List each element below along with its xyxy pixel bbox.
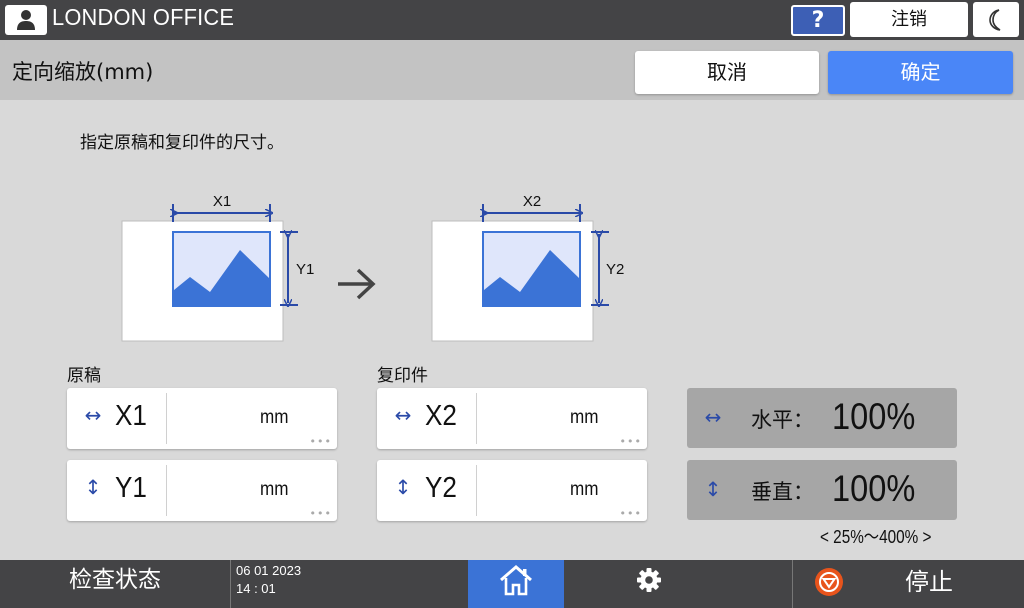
divider — [166, 393, 167, 444]
unit-label: mm — [570, 479, 599, 500]
stop-icon[interactable] — [814, 567, 844, 597]
ratio-value: 100% — [832, 468, 916, 509]
unit-label: mm — [260, 479, 289, 500]
more-icon: ••• — [309, 507, 332, 520]
y2-field[interactable]: ↕ Y2 mm ••• — [377, 460, 647, 521]
divider — [476, 393, 477, 444]
stop-button[interactable]: 停止 — [905, 562, 953, 597]
field-name: X2 — [425, 400, 457, 432]
time-text: 14 : 01 — [236, 581, 276, 596]
unit-label: mm — [570, 407, 599, 428]
ratio-label: 垂直： — [751, 480, 814, 504]
x1-label: X1 — [213, 193, 231, 210]
field-name: Y2 — [425, 472, 457, 504]
divider — [166, 465, 167, 516]
x2-field[interactable]: ↔ X2 mm ••• — [377, 388, 647, 449]
bottom-bar: 检查状态 06 01 2023 14 : 01 停止 — [0, 560, 1024, 608]
horizontal-arrow-icon: ↔ — [84, 403, 102, 427]
vertical-arrow-icon: ↕ — [394, 475, 412, 499]
horizontal-arrow-icon: ↔ — [394, 403, 412, 427]
divider — [476, 465, 477, 516]
vertical-arrow-icon: ↕ — [84, 475, 102, 499]
vertical-arrow-icon: ↕ — [704, 477, 722, 501]
date-text: 06 01 2023 — [236, 563, 302, 578]
field-name: Y1 — [115, 472, 147, 504]
vertical-ratio-display: ↕ 垂直： 100% — [687, 460, 957, 520]
home-button[interactable] — [468, 560, 564, 608]
ratio-label: 水平： — [751, 408, 814, 432]
original-section-label: 原稿 — [67, 366, 101, 386]
gear-icon — [637, 568, 661, 592]
y1-field[interactable]: ↕ Y1 mm ••• — [67, 460, 337, 521]
right-arrow-icon — [338, 268, 376, 300]
horizontal-ratio-display: ↔ 水平： 100% — [687, 388, 957, 448]
original-page-illustration: X1 Y1 — [121, 193, 314, 342]
settings-button[interactable] — [600, 560, 696, 608]
more-icon: ••• — [309, 435, 332, 448]
copy-page-illustration: X2 Y2 — [431, 193, 624, 342]
divider — [792, 560, 793, 608]
y1-label: Y1 — [296, 261, 314, 278]
datetime-display: 06 01 2023 14 : 01 — [236, 562, 301, 598]
divider — [230, 560, 231, 608]
copy-section-label: 复印件 — [377, 366, 428, 386]
more-icon: ••• — [619, 435, 642, 448]
home-icon — [500, 565, 532, 596]
y2-label: Y2 — [606, 261, 624, 278]
x2-label: X2 — [523, 193, 541, 210]
unit-label: mm — [260, 407, 289, 428]
check-status-button[interactable]: 检查状态 — [0, 560, 230, 608]
ratio-range-text: < 25%～400% > — [820, 527, 932, 547]
ratio-value: 100% — [832, 396, 916, 437]
field-name: X1 — [115, 400, 147, 432]
x1-field[interactable]: ↔ X1 mm ••• — [67, 388, 337, 449]
horizontal-arrow-icon: ↔ — [704, 405, 722, 429]
more-icon: ••• — [619, 507, 642, 520]
